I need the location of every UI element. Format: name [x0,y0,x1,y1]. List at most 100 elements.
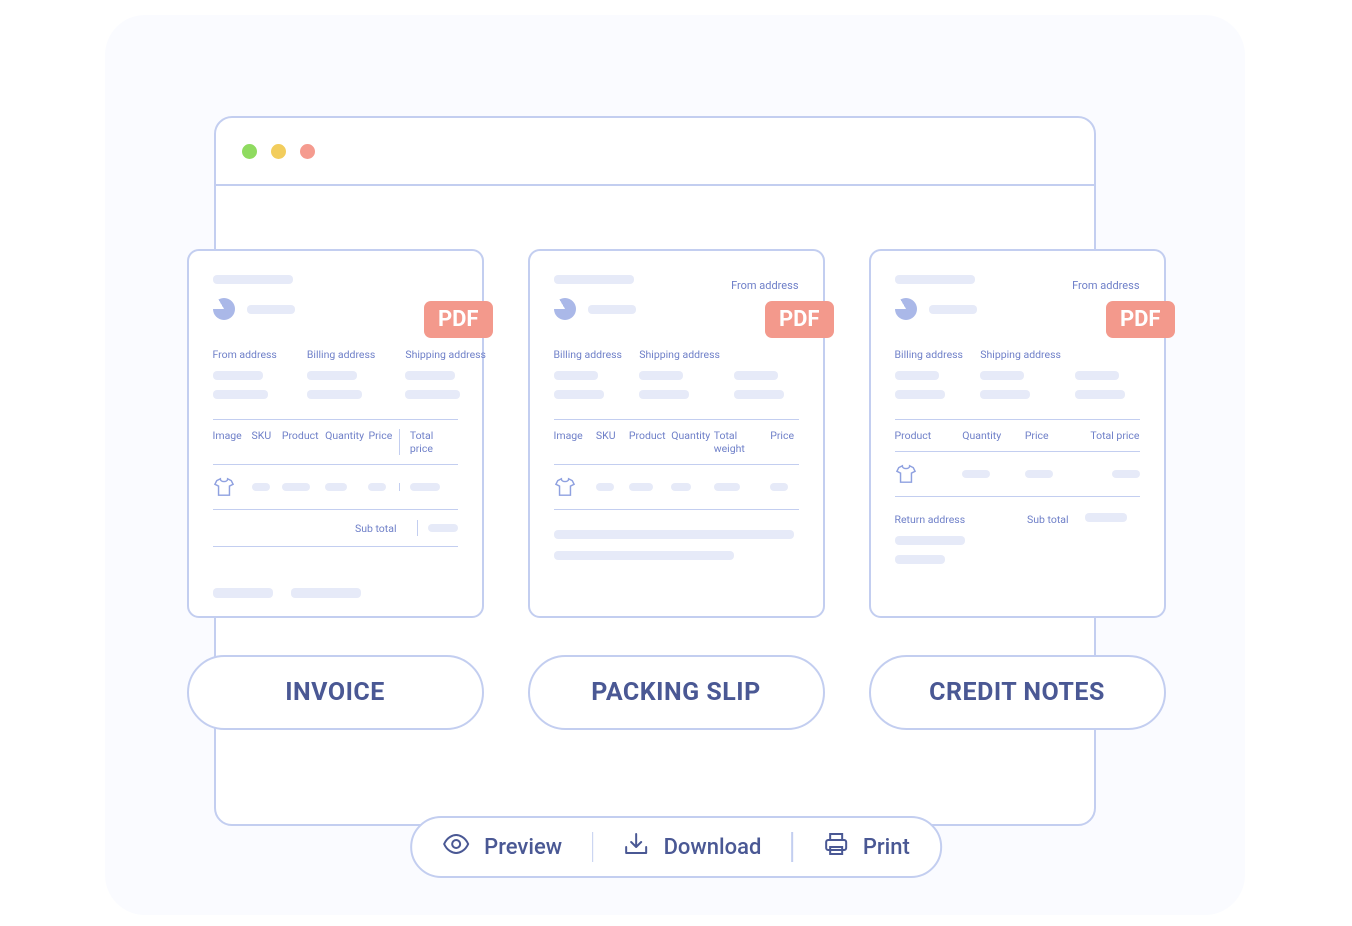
placeholder [588,305,636,314]
preview-button[interactable]: Preview [442,834,562,860]
credit-notes-card: PDF From address Billing address Shippin… [869,249,1166,618]
printer-icon [823,832,849,862]
col-quantity: Quantity [325,429,368,455]
placeholder [554,390,604,399]
billing-address-label: Billing address [895,348,967,361]
placeholder [1075,371,1119,380]
placeholder [629,483,653,491]
placeholder [962,470,990,478]
placeholder [1075,390,1125,399]
col-price: Price [770,429,798,455]
col-total-price: Total price [1082,429,1139,442]
placeholder [325,483,347,491]
placeholder [554,530,794,539]
print-button[interactable]: Print [823,832,910,862]
packing-slip-pill[interactable]: PACKING SLIP [528,655,825,730]
print-label: Print [863,835,910,860]
table-row [213,465,458,510]
col-price: Price [368,429,398,455]
col-image: Image [213,429,252,455]
placeholder [639,390,689,399]
table-header: Product Quantity Price Total price [895,419,1140,452]
shipping-address-label: Shipping address [980,348,1061,361]
traffic-light-minimize-icon [271,144,286,159]
placeholder [410,483,440,491]
pdf-badge: PDF [765,301,834,338]
pdf-badge: PDF [424,301,493,338]
col-sku: SKU [252,429,282,455]
credit-notes-pill[interactable]: CREDIT NOTES [869,655,1166,730]
placeholder [282,483,310,491]
download-label: Download [664,835,762,860]
col-sku: SKU [596,429,629,455]
col-total-weight: Total weight [714,429,771,455]
placeholder [213,371,263,380]
col-image: Image [554,429,596,455]
packing-slip-card: PDF From address Billing address Shippin… [528,249,825,618]
placeholder [307,390,362,399]
eye-icon [442,834,470,860]
traffic-light-close-icon [242,144,257,159]
col-product: Product [895,429,963,442]
from-address-label: From address [731,279,798,292]
placeholder [895,536,965,545]
from-address-label: From address [213,348,277,361]
table-row [895,452,1140,497]
placeholder [247,305,295,314]
col-product: Product [629,429,671,455]
placeholder [213,390,268,399]
return-address-label: Return address [895,513,1008,526]
logo-circle-icon [554,298,576,320]
table-row [554,465,799,510]
placeholder [554,275,634,284]
invoice-pill[interactable]: INVOICE [187,655,484,730]
traffic-light-maximize-icon [300,144,315,159]
placeholder [554,371,598,380]
placeholder [1025,470,1053,478]
placeholder [714,483,740,491]
placeholder [368,483,386,491]
placeholder [1112,470,1140,478]
logo-circle-icon [213,298,235,320]
placeholder [980,390,1030,399]
placeholder [895,371,939,380]
billing-address-label: Billing address [307,348,375,361]
tshirt-icon [554,477,596,497]
col-quantity: Quantity [962,429,1025,442]
placeholder [895,555,945,564]
placeholder [291,588,361,598]
placeholder [929,305,977,314]
placeholder [770,483,788,491]
col-price: Price [1025,429,1082,442]
placeholder [252,483,270,491]
logo-circle-icon [895,298,917,320]
placeholder [671,483,691,491]
placeholder [895,390,945,399]
subtotal-label: Sub total [1027,513,1069,526]
separator [592,832,594,862]
placeholder [639,371,683,380]
tshirt-icon [895,464,963,484]
tshirt-icon [213,477,252,497]
shipping-address-label: Shipping address [405,348,486,361]
download-button[interactable]: Download [624,832,762,862]
placeholder [895,275,975,284]
separator [791,832,793,862]
invoice-card: PDF From address Billing address [187,249,484,618]
pdf-badge: PDF [1106,301,1175,338]
col-product: Product [282,429,325,455]
table-header: Image SKU Product Quantity Total weight … [554,419,799,465]
placeholder [428,524,458,532]
placeholder [405,371,455,380]
action-bar: Preview Download Print [410,816,942,878]
browser-titlebar [216,118,1094,186]
placeholder [213,588,273,598]
shipping-address-label: Shipping address [639,348,720,361]
placeholder [596,483,614,491]
table-header: Image SKU Product Quantity Price Total p… [213,419,458,465]
col-total-price: Total price [399,429,458,455]
from-address-label: From address [1072,279,1139,292]
placeholder [980,371,1024,380]
placeholder [734,390,784,399]
placeholder [307,371,357,380]
